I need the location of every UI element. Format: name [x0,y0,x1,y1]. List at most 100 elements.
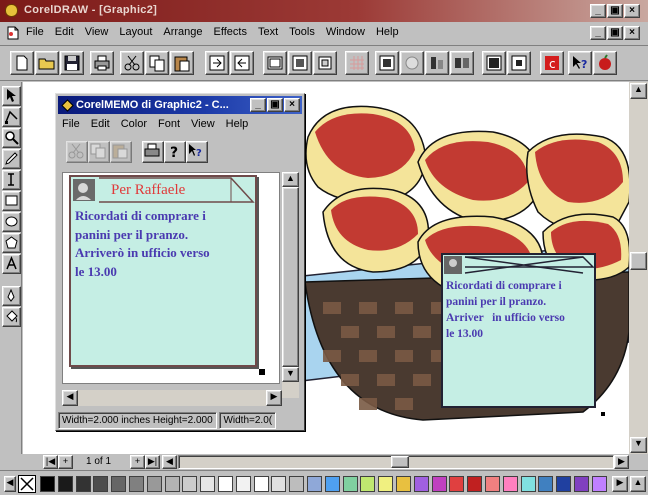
memo-help-icon[interactable]: ? [164,141,186,163]
color-swatch[interactable] [591,476,607,492]
fill-tool-icon[interactable] [2,307,21,327]
memo-context-help-icon[interactable]: ? [186,141,208,163]
memo-vertical-scrollbar[interactable]: ▲ ▼ [282,172,299,398]
canvas-memo-object[interactable]: Ricordati di comprare i panini per il pr… [441,253,596,408]
color-swatch[interactable] [111,476,127,492]
scroll-left-icon[interactable]: ◀ [162,455,177,469]
print-icon[interactable] [90,51,114,75]
color-swatch[interactable] [235,476,251,492]
menu-arrange[interactable]: Arrange [163,26,202,38]
export-icon[interactable] [230,51,254,75]
no-fill-icon[interactable] [18,475,36,493]
memo-menu-view[interactable]: View [191,118,215,130]
close-button[interactable]: × [624,4,640,18]
doc-minimize-button[interactable]: _ [590,26,606,40]
align-icon[interactable] [425,51,449,75]
vertical-scrollbar[interactable]: ▲ ▼ [629,82,648,454]
first-page-icon[interactable]: |◀ [43,455,58,469]
color-swatch[interactable] [324,476,340,492]
symbols-icon[interactable] [375,51,399,75]
memo-menu-edit[interactable]: Edit [91,118,110,130]
to-front-icon[interactable] [482,51,506,75]
color-swatch[interactable] [182,476,198,492]
memo-note-text[interactable]: Ricordati di comprare i panini per il pr… [75,207,255,281]
color-swatch[interactable] [253,476,269,492]
zoom-tool-icon[interactable] [2,128,21,148]
palette-expand-icon[interactable]: ▲ [630,476,646,492]
dimension-tool-icon[interactable] [2,170,21,190]
menu-help[interactable]: Help [376,26,399,38]
save-disk-icon[interactable] [60,51,84,75]
color-swatch[interactable] [200,476,216,492]
new-file-icon[interactable] [10,51,34,75]
menu-effects[interactable]: Effects [214,26,247,38]
color-swatch[interactable] [146,476,162,492]
group-icon[interactable] [450,51,474,75]
scroll-right-icon[interactable]: ▶ [614,455,629,469]
menu-window[interactable]: Window [326,26,365,38]
menu-tools[interactable]: Tools [289,26,315,38]
memo-title-bar[interactable]: CorelMEMO di Graphic2 - C... _ ▣ × [58,96,302,114]
cut-icon[interactable] [120,51,144,75]
color-swatch[interactable] [342,476,358,492]
menu-text[interactable]: Text [258,26,278,38]
memo-page[interactable]: Per Raffaele Ricordati di comprare i pan… [62,172,280,384]
color-swatch[interactable] [502,476,518,492]
color-swatch[interactable] [556,476,572,492]
memo-resize-handle[interactable] [259,369,265,375]
horizontal-scroll-track[interactable] [178,455,614,469]
open-folder-icon[interactable] [35,51,59,75]
copy-icon[interactable] [145,51,169,75]
corelmemo-window[interactable]: CorelMEMO di Graphic2 - C... _ ▣ × File … [55,93,305,431]
doc-close-button[interactable]: × [624,26,640,40]
memo-menu-color[interactable]: Color [121,118,147,130]
polygon-tool-icon[interactable] [2,233,21,253]
snap-grid-icon[interactable] [345,51,369,75]
outline-pen-tool-icon[interactable] [2,286,21,306]
color-swatch[interactable] [538,476,554,492]
color-swatch[interactable] [485,476,500,492]
memo-paste-icon[interactable] [110,141,132,163]
color-swatch[interactable] [449,476,465,492]
memo-scroll-right-icon[interactable]: ▶ [266,390,282,406]
color-swatch[interactable] [574,476,589,492]
memo-print-icon[interactable] [142,141,164,163]
color-swatch[interactable] [431,476,447,492]
color-swatch[interactable] [396,476,411,492]
paste-icon[interactable] [170,51,194,75]
color-swatch[interactable] [75,476,91,492]
color-swatch[interactable] [467,476,483,492]
menu-edit[interactable]: Edit [55,26,74,38]
memo-copy-icon[interactable] [88,141,110,163]
clipart-icon[interactable] [400,51,424,75]
memo-minimize-button[interactable]: _ [250,98,266,112]
memo-horizontal-scrollbar[interactable]: ◀ ▶ [62,390,282,406]
memo-menu-font[interactable]: Font [158,118,180,130]
options-icon[interactable] [313,51,337,75]
corel-tutor-icon[interactable] [593,51,617,75]
rectangle-tool-icon[interactable] [2,191,21,211]
last-page-icon[interactable]: ▶| [145,455,160,469]
color-swatch[interactable] [93,476,109,492]
color-swatch[interactable] [129,476,144,492]
menu-layout[interactable]: Layout [119,26,152,38]
document-icon[interactable] [5,25,21,41]
menu-file[interactable]: File [26,26,44,38]
add-page-before-icon[interactable]: + [58,455,73,469]
palette-scroll-left-icon[interactable]: ◀ [4,476,16,492]
pencil-tool-icon[interactable] [2,149,21,169]
add-page-after-icon[interactable]: + [130,455,145,469]
color-swatch[interactable] [57,476,73,492]
color-swatch[interactable] [520,476,536,492]
memo-note[interactable]: Per Raffaele Ricordati di comprare i pan… [69,175,257,367]
pick-tool-icon[interactable] [2,86,21,106]
memo-close-button[interactable]: × [284,98,300,112]
memo-cut-icon[interactable] [66,141,88,163]
palette-scroll-right-icon[interactable]: ▶ [612,476,628,492]
color-swatch[interactable] [289,476,305,492]
scroll-down-icon[interactable]: ▼ [630,437,647,453]
wireframe-icon[interactable] [263,51,287,75]
import-icon[interactable] [205,51,229,75]
scroll-up-icon[interactable]: ▲ [630,83,647,99]
ellipse-tool-icon[interactable] [2,212,21,232]
